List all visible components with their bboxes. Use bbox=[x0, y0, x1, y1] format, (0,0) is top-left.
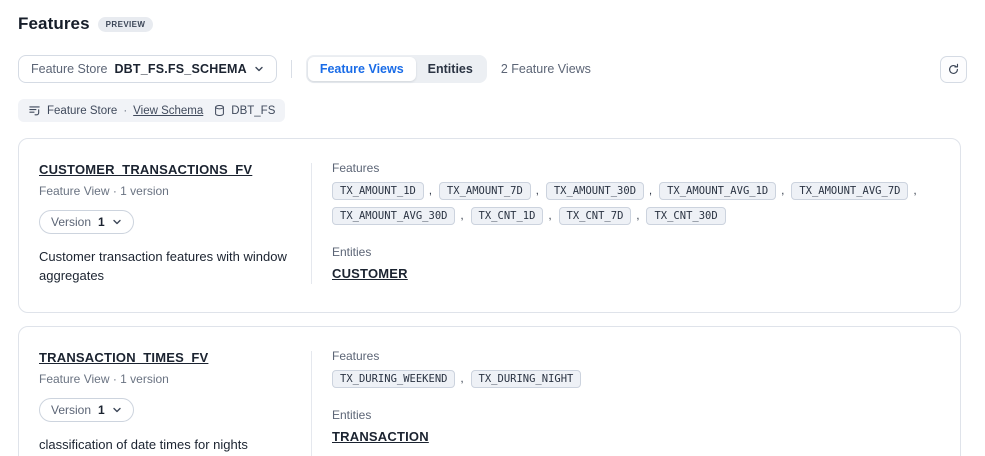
view-schema-link[interactable]: View Schema bbox=[133, 105, 203, 117]
version-label: Version bbox=[51, 215, 91, 229]
page-header: Features PREVIEW bbox=[0, 0, 985, 34]
card-details: Features TX_AMOUNT_1D,TX_AMOUNT_7D,TX_AM… bbox=[312, 161, 940, 286]
toolbar-divider bbox=[291, 60, 292, 78]
feature-chip: TX_DURING_WEEKEND bbox=[332, 370, 455, 388]
feature-chip: TX_AMOUNT_AVG_30D bbox=[332, 207, 455, 225]
feature-chip: TX_AMOUNT_AVG_1D bbox=[659, 182, 776, 200]
feature-chip: TX_CNT_30D bbox=[646, 207, 725, 225]
refresh-icon bbox=[947, 63, 960, 76]
version-value: 1 bbox=[98, 403, 105, 417]
breadcrumb: Feature Store · View Schema DBT_FS bbox=[18, 99, 285, 122]
entities-section: Entities TRANSACTION bbox=[332, 408, 940, 446]
chip-separator: , bbox=[636, 210, 639, 222]
feature-view-card: CUSTOMER_TRANSACTIONS_FV Feature View · … bbox=[18, 138, 961, 313]
feature-view-description: classification of date times for nights … bbox=[39, 436, 293, 456]
breadcrumb-database-name: DBT_FS bbox=[231, 105, 275, 117]
feature-chip: TX_AMOUNT_7D bbox=[439, 182, 531, 200]
feature-chip: TX_DURING_NIGHT bbox=[471, 370, 582, 388]
feature-store-selector-label: Feature Store bbox=[31, 62, 107, 76]
chip-separator: , bbox=[913, 185, 916, 197]
chip-separator: , bbox=[649, 185, 652, 197]
feature-chip: TX_AMOUNT_30D bbox=[546, 182, 644, 200]
card-details: Features TX_DURING_WEEKEND, TX_DURING_NIG… bbox=[312, 349, 940, 456]
entities-section-label: Entities bbox=[332, 408, 940, 422]
card-summary: TRANSACTION_TIMES_FV Feature View · 1 ve… bbox=[39, 349, 311, 456]
chevron-down-icon bbox=[112, 217, 122, 227]
feature-chip: TX_AMOUNT_AVG_7D bbox=[791, 182, 908, 200]
version-label: Version bbox=[51, 403, 91, 417]
breadcrumb-database: DBT_FS bbox=[213, 104, 275, 117]
feature-view-meta: Feature View · 1 version bbox=[39, 372, 293, 386]
chip-separator: , bbox=[429, 185, 432, 197]
feature-chips: TX_AMOUNT_1D, TX_AMOUNT_7D, TX_AMOUNT_30D,… bbox=[332, 182, 940, 225]
feature-chips: TX_DURING_WEEKEND, TX_DURING_NIGHT bbox=[332, 370, 940, 388]
preview-badge: PREVIEW bbox=[98, 17, 154, 32]
feature-view-cards: CUSTOMER_TRANSACTIONS_FV Feature View · … bbox=[18, 138, 961, 456]
chevron-down-icon bbox=[254, 64, 264, 74]
entity-links: CUSTOMER bbox=[332, 259, 940, 283]
feature-store-selector[interactable]: Feature Store DBT_FS.FS_SCHEMA bbox=[18, 55, 277, 83]
page-title: Features bbox=[18, 14, 90, 34]
refresh-button[interactable] bbox=[940, 56, 967, 83]
chip-separator: , bbox=[460, 373, 463, 385]
feature-view-title-link[interactable]: CUSTOMER_TRANSACTIONS_FV bbox=[39, 162, 252, 177]
entity-links: TRANSACTION bbox=[332, 422, 940, 446]
view-tabs: Feature Views Entities bbox=[306, 55, 487, 83]
feature-view-description: Customer transaction features with windo… bbox=[39, 248, 293, 286]
version-dropdown[interactable]: Version 1 bbox=[39, 210, 134, 234]
feature-store-icon bbox=[28, 104, 41, 117]
chip-separator: , bbox=[460, 210, 463, 222]
tab-entities[interactable]: Entities bbox=[416, 57, 485, 81]
database-icon bbox=[213, 104, 226, 117]
entities-section: Entities CUSTOMER bbox=[332, 245, 940, 283]
feature-store-selector-value: DBT_FS.FS_SCHEMA bbox=[114, 62, 246, 76]
feature-view-meta: Feature View · 1 version bbox=[39, 184, 293, 198]
features-section-label: Features bbox=[332, 349, 940, 363]
chip-separator: , bbox=[536, 185, 539, 197]
entities-section-label: Entities bbox=[332, 245, 940, 259]
feature-view-title-link[interactable]: TRANSACTION_TIMES_FV bbox=[39, 350, 208, 365]
version-value: 1 bbox=[98, 215, 105, 229]
card-summary: CUSTOMER_TRANSACTIONS_FV Feature View · … bbox=[39, 161, 311, 286]
breadcrumb-store-label: Feature Store bbox=[47, 105, 117, 117]
toolbar: Feature Store DBT_FS.FS_SCHEMA Feature V… bbox=[18, 55, 967, 83]
feature-views-count: 2 Feature Views bbox=[501, 62, 591, 76]
chip-separator: , bbox=[548, 210, 551, 222]
entity-link[interactable]: CUSTOMER bbox=[332, 266, 408, 281]
features-section-label: Features bbox=[332, 161, 940, 175]
chevron-down-icon bbox=[112, 405, 122, 415]
features-page: Features PREVIEW Feature Store DBT_FS.FS… bbox=[0, 0, 985, 456]
entity-link[interactable]: TRANSACTION bbox=[332, 429, 429, 444]
feature-chip: TX_CNT_1D bbox=[471, 207, 544, 225]
chip-separator: , bbox=[781, 185, 784, 197]
version-dropdown[interactable]: Version 1 bbox=[39, 398, 134, 422]
feature-chip: TX_AMOUNT_1D bbox=[332, 182, 424, 200]
feature-chip: TX_CNT_7D bbox=[559, 207, 632, 225]
tab-feature-views[interactable]: Feature Views bbox=[308, 57, 416, 81]
feature-view-card: TRANSACTION_TIMES_FV Feature View · 1 ve… bbox=[18, 326, 961, 456]
breadcrumb-separator: · bbox=[123, 105, 127, 117]
